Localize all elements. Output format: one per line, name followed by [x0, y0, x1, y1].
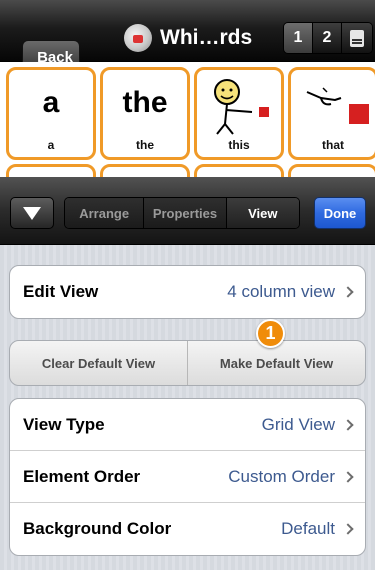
- symbol-word: a: [42, 86, 60, 119]
- page-selector: 1 2: [283, 22, 373, 54]
- symbol-caption: a: [47, 138, 55, 152]
- edit-toolbar: Arrange Properties View Done: [0, 177, 375, 245]
- step-badge: 1: [256, 319, 285, 348]
- row-label: Edit View: [23, 282, 99, 301]
- chevron-right-icon: [342, 470, 354, 483]
- board-avatar-icon: [124, 24, 152, 52]
- row-value: 4 column view: [227, 282, 335, 301]
- title-group: Whi…rds: [124, 22, 252, 54]
- symbol-cell[interactable]: [100, 164, 190, 177]
- symbol-caption: the: [136, 138, 154, 152]
- clear-default-view-button[interactable]: Clear Default View: [10, 341, 188, 385]
- tab-properties[interactable]: Properties: [144, 198, 227, 228]
- row-value: Custom Order: [228, 466, 335, 486]
- hand-pointing-icon: [306, 87, 369, 124]
- done-button[interactable]: Done: [314, 197, 366, 229]
- back-button[interactable]: Back: [12, 20, 80, 74]
- tab-view[interactable]: View: [226, 198, 299, 228]
- background-color-row[interactable]: Background Color Default: [10, 503, 365, 555]
- symbol-cell-this[interactable]: this: [194, 67, 284, 160]
- page-1-button[interactable]: 1: [284, 23, 313, 53]
- make-default-view-button[interactable]: Make Default View: [188, 341, 365, 385]
- page-2-button[interactable]: 2: [313, 23, 342, 53]
- default-view-buttons: Clear Default View Make Default View: [9, 340, 366, 386]
- symbol-caption: this: [228, 138, 250, 152]
- row-value: Default: [281, 519, 335, 538]
- board-doc-button[interactable]: [342, 23, 372, 53]
- edit-view-row[interactable]: Edit View 4 column view: [10, 266, 365, 318]
- board-doc-icon: [350, 29, 364, 47]
- symbol-cell-that[interactable]: that: [288, 67, 375, 160]
- symbol-cell[interactable]: [194, 164, 284, 177]
- view-settings-group: View Type Grid View Element Order Custom…: [9, 398, 366, 556]
- edit-view-group: Edit View 4 column view: [9, 265, 366, 319]
- view-settings-panel: Arrange Properties View Done Edit View 4…: [0, 177, 375, 570]
- symbol-word: the: [122, 86, 168, 119]
- symbol-cell[interactable]: [288, 164, 375, 177]
- view-type-row[interactable]: View Type Grid View: [10, 399, 365, 451]
- person-pointing-icon: [214, 79, 269, 135]
- element-order-row[interactable]: Element Order Custom Order: [10, 451, 365, 503]
- top-navigation-bar: Back Whi…rds 1 2: [0, 0, 375, 74]
- collapse-panel-button[interactable]: [10, 197, 54, 229]
- row-value: Grid View: [261, 414, 335, 434]
- symbol-cell[interactable]: [6, 164, 96, 177]
- symbol-caption: that: [322, 138, 344, 152]
- chevron-right-icon: [342, 523, 354, 535]
- symbol-grid: a a the the this that: [0, 62, 375, 177]
- chevron-right-icon: [342, 286, 354, 298]
- tab-arrange[interactable]: Arrange: [65, 198, 145, 228]
- row-label: Background Color: [23, 519, 172, 538]
- edit-mode-tabs: Arrange Properties View: [64, 197, 300, 229]
- symbol-cell-the[interactable]: the the: [100, 67, 190, 160]
- row-label: View Type: [23, 414, 105, 434]
- row-label: Element Order: [23, 466, 141, 486]
- symbol-cell-a[interactable]: a a: [6, 67, 96, 160]
- triangle-down-icon: [23, 206, 41, 220]
- page-title: Whi…rds: [160, 26, 253, 49]
- chevron-right-icon: [342, 418, 354, 431]
